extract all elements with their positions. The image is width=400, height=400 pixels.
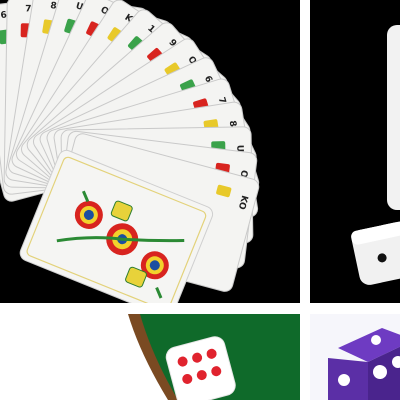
image-grid: OBE678UNOBIKO109OBE678UNOBIKO: [0, 0, 400, 400]
image-tile-dice-table[interactable]: [0, 314, 300, 400]
dice-table-photo: [0, 314, 300, 400]
white-die-photo: [310, 0, 400, 303]
image-tile-white-die[interactable]: [310, 0, 400, 303]
playing-cards-photo: OBE678UNOBIKO109OBE678UNOBIKO: [0, 0, 300, 303]
purple-die-photo: [310, 314, 400, 400]
card-corner-label: 6: [0, 10, 7, 21]
card-corner-label: 7: [25, 4, 31, 14]
image-tile-purple-die[interactable]: [310, 314, 400, 400]
image-tile-playing-cards[interactable]: OBE678UNOBIKO109OBE678UNOBIKO: [0, 0, 300, 303]
